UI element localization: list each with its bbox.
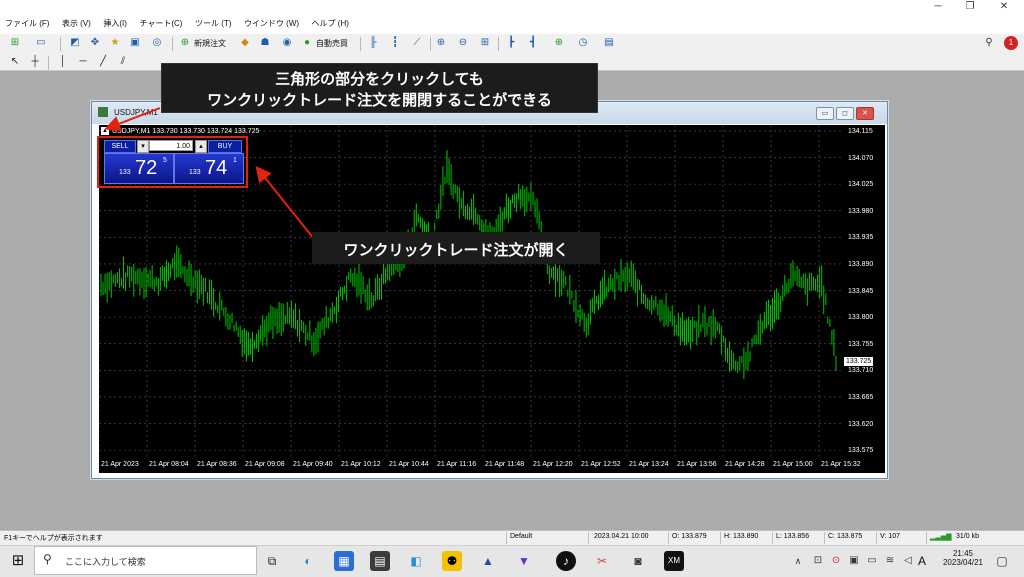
store-icon[interactable]: ◧ [406, 551, 426, 571]
clock-date: 2023/04/21 [942, 558, 984, 567]
annotation-top-line2: ワンクリックトレード注文を開閉することができる [207, 91, 552, 109]
tray-icon-1[interactable]: ⊡ [808, 551, 828, 571]
ime-indicator[interactable]: A [918, 554, 926, 568]
xm-app-icon[interactable]: XM [664, 551, 684, 571]
app-icon-9[interactable]: ✂ [592, 551, 612, 571]
tray-icon-4[interactable]: ▭ [862, 551, 882, 571]
status-traffic: 31/0 kb [956, 533, 979, 540]
status-profile: Default [510, 533, 533, 540]
notification-center-icon[interactable]: ▢ [992, 551, 1012, 571]
calendar-app-icon[interactable]: ▦ [334, 551, 354, 571]
annotation-middle: ワンクリックトレード注文が開く [312, 232, 600, 264]
speaker-icon[interactable]: ◁ [898, 551, 918, 571]
arrow-to-panel [255, 165, 319, 245]
status-open: O: 133.879 [672, 533, 707, 540]
clock-time: 21:45 [952, 549, 974, 558]
app-icon-8[interactable]: ♪ [556, 551, 576, 571]
wifi-icon[interactable]: ≋ [880, 551, 900, 571]
search-placeholder: ここに入力して検索 [65, 557, 146, 567]
search-icon: ⚲ [43, 552, 52, 566]
arrow-to-triangle [104, 107, 161, 132]
status-datetime: 2023.04.21 10:00 [594, 533, 649, 540]
annotation-middle-text: ワンクリックトレード注文が開く [343, 241, 569, 259]
calculator-icon[interactable]: ▤ [370, 551, 390, 571]
status-help: F1キーでヘルプが表示されます [4, 535, 103, 542]
windows-start-icon[interactable]: ⊞ [8, 551, 28, 571]
annotation-top-line1: 三角形の部分をクリックしても [275, 70, 484, 88]
edge-icon[interactable]: ◐ [298, 551, 318, 571]
status-low: L: 133.856 [776, 533, 810, 540]
status-volume: V: 107 [880, 533, 900, 540]
taskbar-search[interactable]: ⚲ ここに入力して検索 [34, 546, 257, 575]
app-icon-5[interactable]: ⚉ [442, 551, 462, 571]
app-icon-7[interactable]: ▼ [514, 551, 534, 571]
status-bar: F1キーでヘルプが表示されます Default 2023.04.21 10:00… [0, 530, 1024, 545]
tray-chevron-icon[interactable]: ∧ [788, 551, 808, 571]
status-high: H: 133.890 [724, 533, 759, 540]
tray-icon-2[interactable]: ⊙ [826, 551, 846, 571]
connection-bars-icon: ▂▃▅▇ [930, 534, 952, 541]
tray-icon-3[interactable]: ▣ [844, 551, 864, 571]
task-view-icon[interactable]: ⧉ [262, 551, 282, 571]
camera-icon[interactable]: ◙ [628, 551, 648, 571]
clock[interactable]: 21:45 2023/04/21 [940, 549, 986, 567]
annotation-top: 三角形の部分をクリックしても ワンクリックトレード注文を開閉することができる [161, 63, 598, 113]
app-icon-6[interactable]: ▲ [478, 551, 498, 571]
status-close: C: 133.875 [828, 533, 863, 540]
